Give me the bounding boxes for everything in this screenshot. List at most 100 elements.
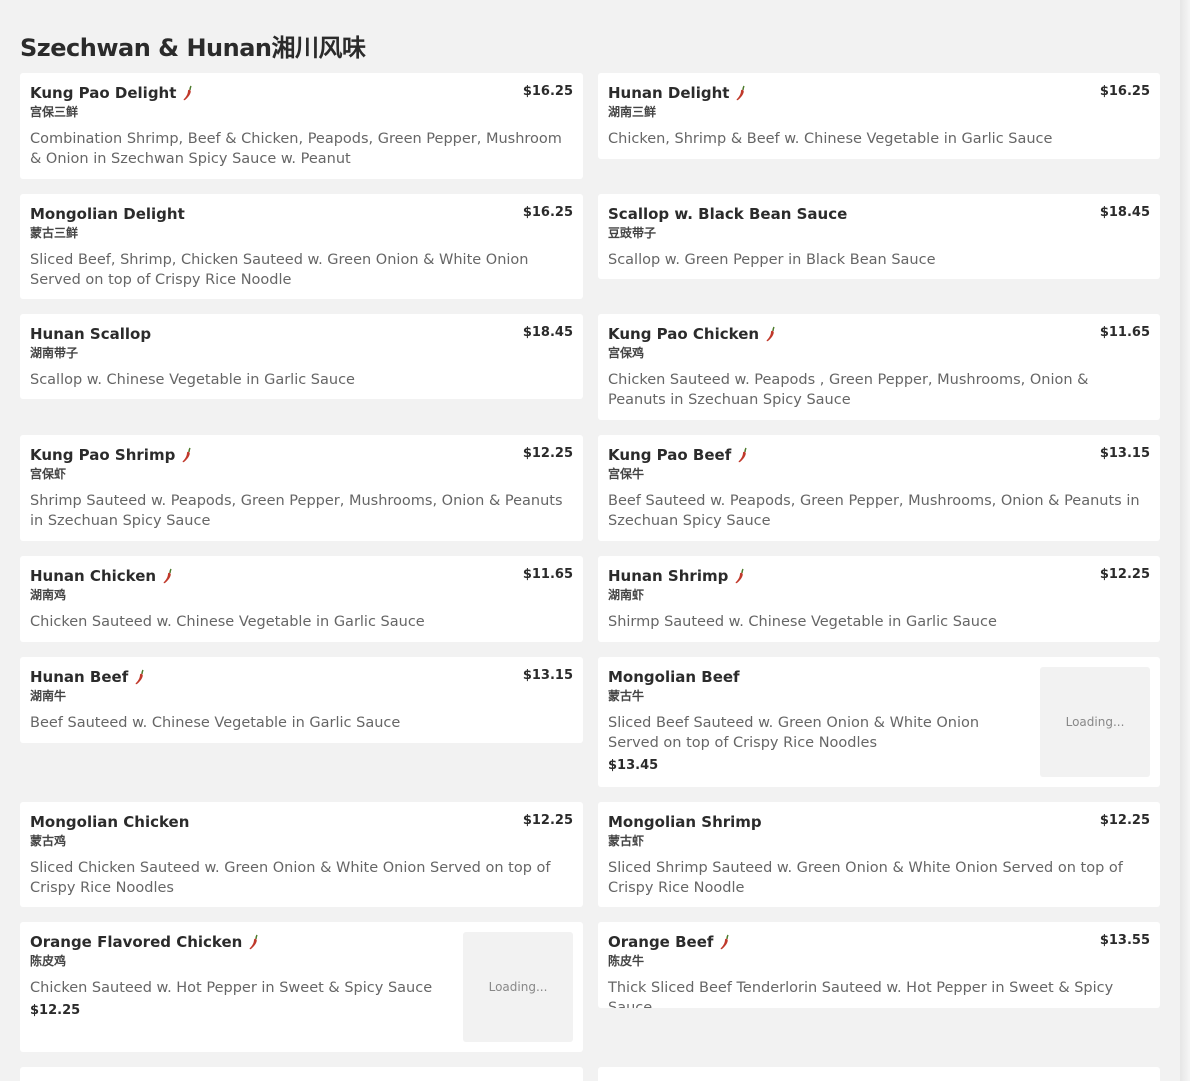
item-description: Shirmp Sauteed w. Chinese Vegetable in G… [608, 614, 997, 630]
item-description: Chicken Sauteed w. Chinese Vegetable in … [30, 614, 425, 630]
item-description: Scallop w. Green Pepper in Black Bean Sa… [608, 252, 936, 268]
item-price: $18.45 [522, 325, 573, 340]
menu-item-card[interactable] [598, 1067, 1160, 1081]
menu-item-card[interactable]: Kung Pao Chicken $11.65 宫保鸡 Chicken Sauteed… [598, 314, 1160, 420]
menu-item-card[interactable]: Hunan Chicken $11.65 湖南鸡 Chicken Sauteed w.… [20, 556, 583, 642]
chili-pepper-icon [163, 568, 172, 584]
item-chinese-name: 宫保鸡 [608, 346, 645, 360]
chili-pepper-icon [249, 934, 258, 950]
item-chinese-name: 湖南鸡 [30, 588, 67, 602]
item-chinese-name: 湖南三鲜 [608, 105, 657, 119]
menu-item-card[interactable]: Mongolian Beef 蒙古牛 Sliced Beef Sauteed w. … [598, 657, 1160, 787]
chili-pepper-icon [738, 447, 747, 463]
menu-item-card[interactable]: Kung Pao Beef $13.15 宫保牛 Beef Sauteed w. Pe… [598, 435, 1160, 541]
item-name-text: Mongolian Shrimp [608, 813, 762, 831]
item-name-text: Kung Pao Beef [608, 446, 732, 464]
item-name-text: Hunan Delight [608, 84, 730, 102]
item-chinese-name: 豆豉带子 [608, 226, 657, 240]
menu-item-card[interactable]: Kung Pao Shrimp $12.25 宫保虾 Shrimp Sauteed w… [20, 435, 583, 541]
item-price: $11.65 [1099, 325, 1150, 340]
chili-pepper-icon [737, 85, 746, 101]
item-description: Beef Sauteed w. Chinese Vegetable in Gar… [30, 715, 401, 731]
menu-item-card[interactable]: Orange Flavored Chicken 陈皮鸡 Chicken Sautee… [20, 922, 583, 1052]
menu-item-card[interactable]: Kung Pao Delight $16.25 宫保三鲜 Combination Sh… [20, 73, 583, 179]
item-price: $13.15 [1099, 446, 1150, 461]
item-name: Mongolian Shrimp [608, 812, 762, 832]
menu-item-card[interactable]: Mongolian Delight $16.25 蒙古三鲜 Sliced Beef, … [20, 194, 583, 299]
item-name: Kung Pao Shrimp [30, 445, 193, 465]
item-name-text: Mongolian Chicken [30, 813, 190, 831]
item-price: $16.25 [522, 205, 573, 220]
item-description: Shrimp Sauteed w. Peapods, Green Pepper,… [30, 493, 563, 529]
item-description: Chicken Sauteed w. Hot Pepper in Sweet &… [30, 980, 433, 996]
item-chinese-name: 蒙古鸡 [30, 834, 67, 848]
item-name: Kung Pao Delight [30, 83, 194, 103]
item-description: Chicken, Shrimp & Beef w. Chinese Vegeta… [608, 131, 1053, 147]
item-name: Mongolian Beef [608, 667, 1018, 687]
item-chinese-name: 蒙古牛 [608, 689, 645, 703]
item-name-text: Hunan Chicken [30, 567, 157, 585]
item-description: Chicken Sauteed w. Peapods , Green Peppe… [608, 372, 1089, 408]
item-name-text: Mongolian Delight [30, 205, 185, 223]
item-name: Mongolian Chicken [30, 812, 189, 832]
item-chinese-name: 宫保虾 [30, 467, 67, 481]
item-chinese-name: 湖南带子 [30, 346, 79, 360]
item-name-text: Hunan Beef [30, 668, 129, 686]
item-description: Sliced Shrimp Sauteed w. Green Onion & W… [608, 860, 1123, 896]
item-price: $12.25 [30, 1003, 81, 1018]
menu-item-card[interactable]: Hunan Shrimp $12.25 湖南虾 Shirmp Sauteed w. C… [598, 556, 1160, 642]
item-name-text: Mongolian Beef [608, 668, 740, 686]
item-price: $12.25 [522, 446, 573, 461]
item-chinese-name: 湖南虾 [608, 588, 645, 602]
menu-item-card[interactable]: Hunan Scallop $18.45 湖南带子 Scallop w. Chines… [20, 314, 583, 399]
scrollbar[interactable] [1180, 0, 1190, 1081]
item-name: Scallop w. Black Bean Sauce [608, 204, 847, 224]
menu-page: Szechwan & Hunan湘川风味 Kung Pao Delight $16… [0, 0, 1190, 1081]
item-price: $11.65 [522, 567, 573, 582]
item-name-text: Scallop w. Black Bean Sauce [608, 205, 848, 223]
item-name-text: Orange Flavored Chicken [30, 933, 243, 951]
item-name: Kung Pao Beef [608, 445, 749, 465]
item-description: Thick Sliced Beef Tenderlorin Sauteed w.… [608, 980, 1114, 1008]
item-name: Orange Flavored Chicken [30, 932, 441, 952]
item-chinese-name: 宫保三鲜 [30, 105, 79, 119]
item-image-placeholder: Loading... [1040, 667, 1150, 777]
item-name: Hunan Scallop [30, 324, 151, 344]
item-price: $12.25 [522, 813, 573, 828]
item-description: Scallop w. Chinese Vegetable in Garlic S… [30, 372, 355, 388]
item-chinese-name: 湖南牛 [30, 689, 67, 703]
item-name-text: Hunan Scallop [30, 325, 152, 343]
item-name: Mongolian Delight [30, 204, 185, 224]
item-name: Orange Beef [608, 932, 731, 952]
menu-item-card[interactable]: Mongolian Shrimp $12.25 蒙古虾 Sliced Shrimp S… [598, 802, 1160, 907]
item-name-text: Kung Pao Shrimp [30, 446, 176, 464]
item-price: $16.25 [1099, 84, 1150, 99]
menu-item-card[interactable]: Hunan Delight $16.25 湖南三鲜 Chicken, Shrimp &… [598, 73, 1160, 159]
menu-item-card[interactable]: Hunan Beef $13.15 湖南牛 Beef Sauteed w. Chine… [20, 657, 583, 743]
item-chinese-name: 陈皮牛 [608, 954, 645, 968]
item-chinese-name: 蒙古虾 [608, 834, 645, 848]
item-name: Hunan Delight [608, 83, 747, 103]
section-title: Szechwan & Hunan湘川风味 [20, 34, 366, 62]
item-price: $12.25 [1099, 567, 1150, 582]
menu-item-card[interactable]: Orange Beef $13.55 陈皮牛 Thick Sliced Beef Te… [598, 922, 1160, 1008]
menu-item-card[interactable] [20, 1067, 583, 1081]
item-description: Combination Shrimp, Beef & Chicken, Peap… [30, 131, 562, 167]
chili-pepper-icon [135, 669, 144, 685]
item-price: $13.15 [522, 668, 573, 683]
item-description: Beef Sauteed w. Peapods, Green Pepper, M… [608, 493, 1140, 529]
item-chinese-name: 宫保牛 [608, 467, 645, 481]
chili-pepper-icon [184, 85, 193, 101]
item-price: $12.25 [1099, 813, 1150, 828]
item-description: Sliced Beef Sauteed w. Green Onion & Whi… [608, 715, 980, 751]
menu-item-card[interactable]: Mongolian Chicken $12.25 蒙古鸡 Sliced Chicken… [20, 802, 583, 907]
item-price: $18.45 [1099, 205, 1150, 220]
menu-item-card[interactable]: Scallop w. Black Bean Sauce $18.45 豆豉带子 Sca… [598, 194, 1160, 279]
chili-pepper-icon [766, 326, 775, 342]
item-name-text: Orange Beef [608, 933, 714, 951]
item-name: Hunan Shrimp [608, 566, 746, 586]
item-chinese-name: 陈皮鸡 [30, 954, 67, 968]
item-name-text: Kung Pao Delight [30, 84, 177, 102]
item-image-placeholder: Loading... [463, 932, 573, 1042]
item-name: Kung Pao Chicken [608, 324, 777, 344]
